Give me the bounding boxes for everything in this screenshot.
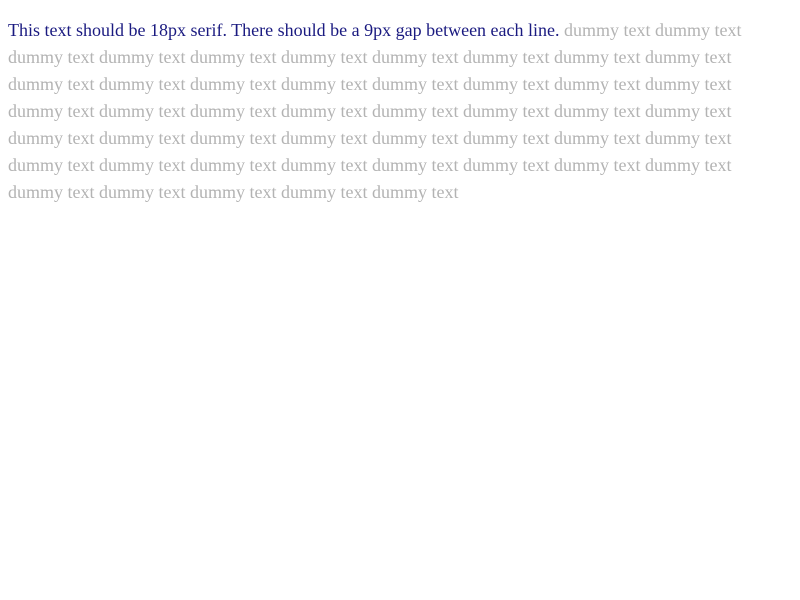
filler-text: dummy text dummy text dummy text dummy t… xyxy=(8,20,742,202)
test-paragraph: This text should be 18px serif. There sh… xyxy=(8,17,768,206)
instruction-text: This text should be 18px serif. There sh… xyxy=(8,20,560,40)
